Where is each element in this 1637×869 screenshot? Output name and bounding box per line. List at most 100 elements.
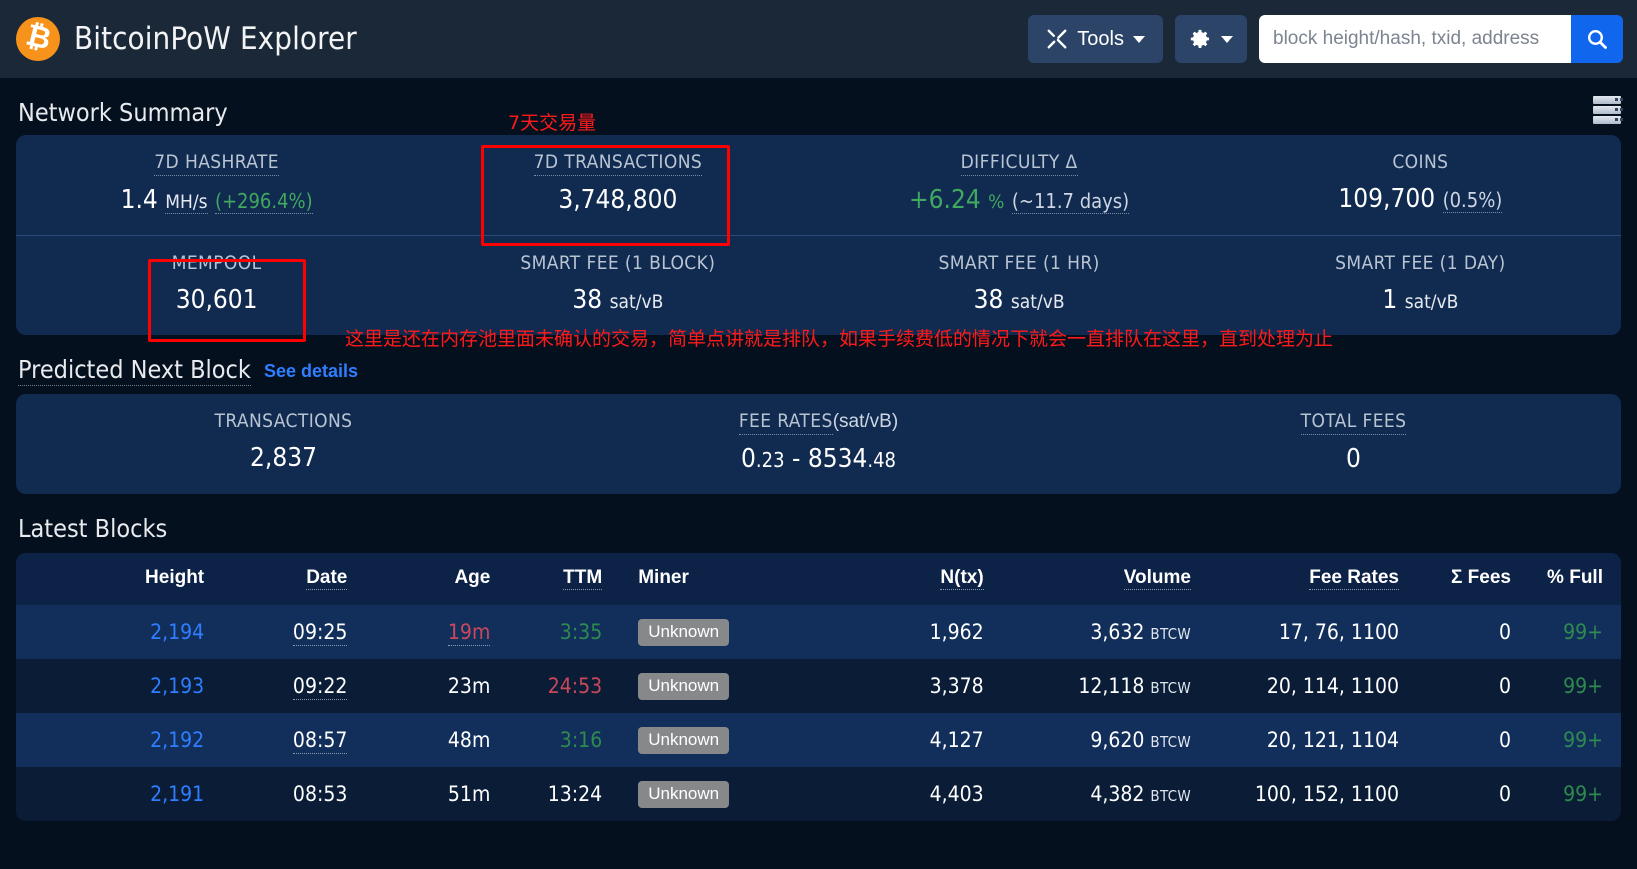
cell-volume: 9,620 BTCW: [1090, 728, 1191, 752]
stat-label: 7D HASHRATE: [154, 151, 279, 176]
col-age[interactable]: Age: [365, 553, 508, 605]
col-fee-rates[interactable]: Fee Rates: [1209, 553, 1417, 605]
miner-badge: Unknown: [638, 673, 730, 700]
col-volume[interactable]: Volume: [1002, 553, 1209, 605]
brand[interactable]: ₿ BitcoinPoW Explorer: [16, 17, 357, 61]
stat-value: 0.23 - 8534.48: [555, 444, 1082, 474]
settings-button[interactable]: [1175, 15, 1247, 63]
latest-blocks-table-wrap: Height Date Age TTM Miner N(tx) Volume F…: [16, 553, 1621, 821]
predicted-next-block-card: TRANSACTIONS 2,837 FEE RATES(sat/vB) 0.2…: [16, 394, 1621, 494]
section-title-latest-blocks: Latest Blocks: [18, 514, 168, 543]
stat-value: 1.4 MH/s (+296.4%): [20, 185, 413, 215]
cell-date: 08:57: [292, 728, 348, 754]
cell-age: 51m: [447, 782, 491, 806]
unit: sat/vB: [609, 291, 664, 313]
stat-label: FEE RATES: [738, 410, 833, 435]
search-box: [1259, 15, 1623, 63]
cell-fee-rates: 20, 114, 1100: [1266, 674, 1399, 698]
cell-sum-fees: 0: [1498, 728, 1511, 752]
stat-label: 7D TRANSACTIONS: [533, 151, 703, 176]
cell-fee-rates: 100, 152, 1100: [1254, 782, 1399, 806]
see-details-link[interactable]: See details: [264, 361, 358, 386]
fee-rate-unit: (sat/vB): [832, 411, 899, 432]
cell-date: 08:53: [292, 782, 348, 806]
table-row[interactable]: 2,191 08:53 51m 13:24 Unknown 4,403 4,38…: [16, 767, 1621, 821]
table-head: Height Date Age TTM Miner N(tx) Volume F…: [16, 553, 1621, 605]
col-ntx[interactable]: N(tx): [843, 553, 1002, 605]
cell-miner: Unknown: [620, 767, 843, 821]
cell-ttm: 3:35: [559, 620, 603, 644]
cell-ntx: 1,962: [929, 620, 984, 644]
cell-age: 23m: [447, 674, 491, 698]
section-title-predicted-next-block: Predicted Next Block: [18, 355, 251, 386]
search-input[interactable]: [1259, 15, 1571, 63]
stat-smart-fee-1-hr: SMART FEE (1 HR) 38 sat/vB: [819, 236, 1220, 335]
cell-miner: Unknown: [620, 713, 843, 767]
cell-pct-full: 99+: [1563, 728, 1603, 752]
cell-date: 09:22: [292, 674, 348, 700]
range-dash: -: [791, 444, 801, 474]
col-ttm[interactable]: TTM: [508, 553, 620, 605]
predicted-next-block-header: Predicted Next Block See details: [16, 335, 1621, 394]
chevron-down-icon: [1221, 35, 1233, 43]
cell-height[interactable]: 2,194: [16, 605, 222, 659]
network-summary-header: Network Summary: [16, 78, 1621, 135]
value: 109,700: [1338, 184, 1436, 214]
col-sum-fees[interactable]: Σ Fees: [1417, 553, 1529, 605]
search-button[interactable]: [1571, 15, 1623, 63]
cell-fee-rates: 17, 76, 1100: [1278, 620, 1399, 644]
miner-badge: Unknown: [638, 781, 730, 808]
cell-pct-full: 99+: [1563, 782, 1603, 806]
cell-height[interactable]: 2,192: [16, 713, 222, 767]
tools-icon: [1047, 29, 1067, 49]
unit: %: [988, 191, 1005, 213]
stat-label: TOTAL FEES: [1300, 410, 1407, 435]
cell-ntx: 4,403: [929, 782, 984, 806]
stat-smart-fee-1-block: SMART FEE (1 BLOCK) 38 sat/vB: [417, 236, 818, 335]
miner-badge: Unknown: [638, 619, 730, 646]
table-row[interactable]: 2,194 09:25 19m 3:35 Unknown 1,962 3,632…: [16, 605, 1621, 659]
cell-miner: Unknown: [620, 605, 843, 659]
table-row[interactable]: 2,192 08:57 48m 3:16 Unknown 4,127 9,620…: [16, 713, 1621, 767]
top-navbar: ₿ BitcoinPoW Explorer Tools: [0, 0, 1637, 78]
col-pct-full[interactable]: % Full: [1529, 553, 1621, 605]
tools-label: Tools: [1077, 27, 1124, 50]
table-row[interactable]: 2,193 09:22 23m 24:53 Unknown 3,378 12,1…: [16, 659, 1621, 713]
cell-sum-fees: 0: [1498, 674, 1511, 698]
value: +6.24: [909, 185, 981, 215]
stat-label: SMART FEE (1 BLOCK): [520, 252, 716, 274]
table-header-row: Height Date Age TTM Miner N(tx) Volume F…: [16, 553, 1621, 605]
stat-value: 1 sat/vB: [1224, 285, 1617, 315]
navbar-actions: Tools: [1028, 15, 1623, 63]
cell-height[interactable]: 2,191: [16, 767, 222, 821]
stat-label: TRANSACTIONS: [214, 410, 353, 432]
fee-lo-decimal: .23: [755, 448, 785, 472]
fee-lo: 0: [741, 444, 756, 474]
chevron-down-icon: [1133, 35, 1145, 43]
col-date[interactable]: Date: [222, 553, 365, 605]
stat-mempool: MEMPOOL 30,601: [16, 236, 417, 335]
cell-age: 19m: [447, 620, 491, 646]
tools-button[interactable]: Tools: [1028, 15, 1163, 63]
cell-height[interactable]: 2,193: [16, 659, 222, 713]
stat-label: MEMPOOL: [171, 252, 262, 274]
node-status-icon[interactable]: [1593, 96, 1621, 124]
miner-badge: Unknown: [638, 727, 730, 754]
stat-difficulty-delta: DIFFICULTY Δ +6.24 % (~11.7 days): [819, 135, 1220, 235]
latest-blocks-table: Height Date Age TTM Miner N(tx) Volume F…: [16, 553, 1621, 821]
bitcoin-logo-icon: ₿: [16, 17, 60, 61]
table-body: 2,194 09:25 19m 3:35 Unknown 1,962 3,632…: [16, 605, 1621, 821]
value: 38: [973, 285, 1004, 315]
stat-predicted-fee-rates: FEE RATES(sat/vB) 0.23 - 8534.48: [551, 394, 1086, 494]
col-height[interactable]: Height: [16, 553, 222, 605]
network-summary-row-1: 7D HASHRATE 1.4 MH/s (+296.4%) 7D TRANSA…: [16, 135, 1621, 235]
cell-volume: 3,632 BTCW: [1090, 620, 1191, 644]
stat-7d-transactions: 7D TRANSACTIONS 3,748,800: [417, 135, 818, 235]
cell-volume: 12,118 BTCW: [1078, 674, 1191, 698]
cell-fee-rates: 20, 121, 1104: [1266, 728, 1399, 752]
sub-value: (+296.4%): [214, 189, 313, 214]
col-miner[interactable]: Miner: [620, 553, 843, 605]
stat-value: 30,601: [175, 285, 258, 315]
stat-value: 3,748,800: [558, 185, 678, 215]
cell-miner: Unknown: [620, 659, 843, 713]
